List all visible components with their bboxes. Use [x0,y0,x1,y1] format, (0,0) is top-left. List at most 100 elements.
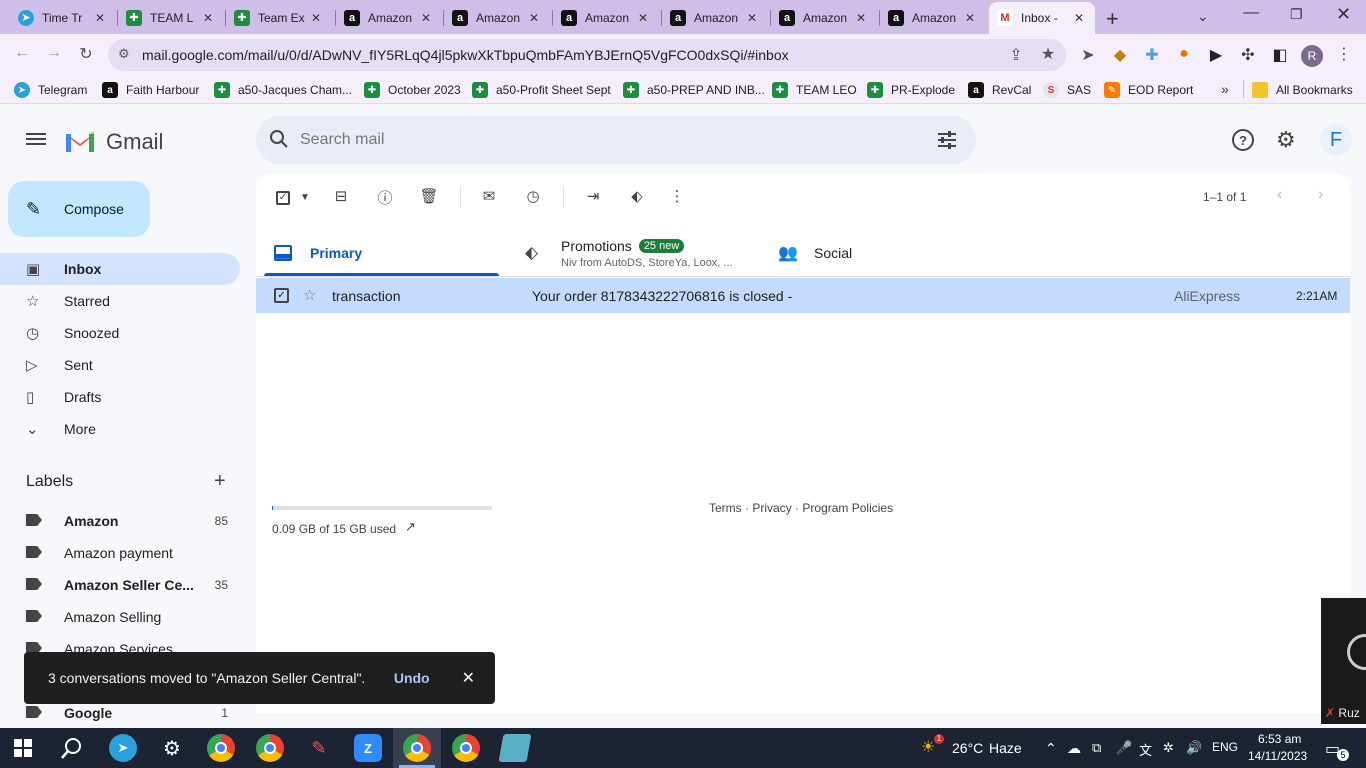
taskbar-zoom-icon[interactable]: Z [354,734,382,762]
bookmark-item[interactable]: S SAS [1043,82,1091,98]
bookmark-star-icon[interactable]: ★ [1036,44,1060,64]
taskbar-chrome-icon[interactable] [207,734,235,762]
select-all-checkbox[interactable]: ✓ [272,187,294,207]
open-storage-icon[interactable]: ↗ [405,519,416,535]
nav-item-starred[interactable]: ☆ Starred [0,285,240,317]
create-label-icon[interactable]: + [214,470,226,493]
volume-icon[interactable]: 🔊 [1186,740,1202,756]
search-input[interactable] [300,128,900,152]
browser-tab[interactable]: a Amazon ✕ [336,3,442,32]
tab-close-icon[interactable]: ✕ [744,11,760,25]
share-icon[interactable]: ⇪ [1004,45,1028,65]
tab-close-icon[interactable]: ✕ [962,11,978,25]
clock-time[interactable]: 6:53 am [1258,732,1301,746]
weather-temp[interactable]: 26°C [952,740,983,756]
clock-date[interactable]: 14/11/2023 [1248,749,1307,763]
tray-chevron-icon[interactable]: ⌃ [1045,740,1057,757]
nav-item-drafts[interactable]: ▯ Drafts [0,381,240,413]
reload-icon[interactable]: ↻ [74,44,98,64]
tab-close-icon[interactable]: ✕ [1071,11,1087,25]
restore-button[interactable]: ❐ [1290,6,1303,23]
microphone-icon[interactable]: 🎤 [1116,740,1132,756]
bookmark-item[interactable]: ✚ TEAM LEO [772,82,857,98]
next-page-icon[interactable]: › [1318,186,1323,204]
bookmark-item[interactable]: ✚ October 2023 [364,82,461,98]
label-item[interactable]: Amazon 85 [0,505,240,537]
taskbar-telegram-icon[interactable]: ➤ [109,734,137,762]
compose-button[interactable]: ✎ Compose [8,181,150,237]
account-avatar[interactable]: F [1320,124,1352,156]
report-spam-icon[interactable]: ⓘ [374,187,396,207]
onedrive-icon[interactable]: ☁ [1067,740,1081,757]
profile-avatar[interactable]: R [1301,45,1323,67]
label-icon[interactable]: ⬖ [626,187,648,207]
all-bookmarks-button[interactable]: All Bookmarks [1252,82,1353,98]
email-checkbox[interactable]: ✓ [274,288,289,303]
tab-search-button[interactable]: ⌄ [1197,8,1209,25]
taskbar-chrome-alt-icon[interactable] [452,734,480,762]
windows-start-icon[interactable] [14,739,32,757]
close-window-button[interactable]: ✕ [1336,4,1351,25]
mark-unread-icon[interactable]: ✉ [478,187,500,207]
extension-arrow-icon[interactable]: ➤ [1076,45,1100,65]
new-tab-button[interactable]: + [1106,6,1119,32]
settings-gear-icon[interactable]: ⚙ [1276,127,1296,153]
taskbar-app-icon[interactable] [498,734,532,762]
extension-pot-icon[interactable]: ◆ [1108,45,1132,65]
browser-tab[interactable]: a Amazon ✕ [444,3,550,32]
extension-circle-icon[interactable]: ● [1172,45,1196,63]
search-icon[interactable] [268,128,290,150]
snackbar-close-icon[interactable]: ✕ [462,668,475,688]
snooze-icon[interactable]: ◷ [522,187,544,207]
move-to-icon[interactable]: ⇥ [582,187,604,207]
extensions-puzzle-icon[interactable]: ✣ [1236,45,1260,65]
select-dropdown-icon[interactable]: ▼ [294,192,316,212]
side-panel-icon[interactable]: ◧ [1268,45,1292,65]
taskbar-settings-icon[interactable]: ⚙ [158,734,186,762]
bookmark-item[interactable]: ✚ a50-Profit Sheet Sept [472,82,611,98]
url-text[interactable]: mail.google.com/mail/u/0/d/ADwNV_fIY5RLq… [142,47,789,63]
gmail-logo-icon[interactable] [64,128,96,154]
taskbar-paint-icon[interactable]: ✎ [305,734,333,762]
tab-close-icon[interactable]: ✕ [200,11,216,25]
tab-close-icon[interactable]: ✕ [635,11,651,25]
program-policies-link[interactable]: Program Policies [802,501,893,515]
label-item[interactable]: Amazon Seller Ce... 35 [0,569,240,601]
browser-tab[interactable]: a Amazon ✕ [771,3,877,32]
network-icon[interactable]: ✲ [1163,740,1174,756]
tab-close-icon[interactable]: ✕ [92,11,108,25]
ime-icon[interactable]: 文 [1139,740,1152,759]
nav-item-snoozed[interactable]: ◷ Snoozed [0,317,240,349]
site-info-icon[interactable]: ⚙ [118,46,130,62]
browser-tab[interactable]: ✚ TEAM L ✕ [118,3,224,32]
browser-tab[interactable]: a Amazon ✕ [553,3,659,32]
tab-close-icon[interactable]: ✕ [418,11,434,25]
browser-tab[interactable]: ✚ Team Ex ✕ [226,3,332,32]
bookmark-item[interactable]: ➤ Telegram [14,82,87,98]
prev-page-icon[interactable]: ‹ [1277,186,1282,204]
terms-link[interactable]: Terms [709,501,742,515]
back-icon[interactable]: ← [10,44,34,62]
tab-promotions[interactable]: ⬖ Promotions 25 new Niv from AutoDS, Sto… [523,230,763,276]
nav-item-more[interactable]: ⌄ More [0,413,240,445]
browser-tab[interactable]: ➤ Time Tr ✕ [10,3,116,32]
label-item[interactable]: Amazon payment [0,537,240,569]
privacy-link[interactable]: Privacy [752,501,791,515]
search-options-icon[interactable] [936,130,958,150]
main-menu-icon[interactable] [26,130,46,148]
extension-add-icon[interactable]: ✚ [1140,45,1164,65]
archive-icon[interactable]: ⊟ [330,187,352,207]
extension-play-icon[interactable]: ▶ [1204,45,1228,65]
tab-close-icon[interactable]: ✕ [526,11,542,25]
nav-item-sent[interactable]: ▷ Sent [0,349,240,381]
taskbar-chrome-profile-icon[interactable] [256,734,284,762]
video-overlay[interactable]: ✗ Ruz [1321,598,1366,724]
tab-social[interactable]: 👥 Social [778,230,978,276]
bookmark-item[interactable]: a RevCal [968,82,1031,98]
nav-item-inbox[interactable]: ▣ Inbox [0,253,240,285]
browser-menu-icon[interactable]: ⋮ [1332,44,1356,64]
more-bookmarks-button[interactable]: » [1221,81,1229,97]
tab-close-icon[interactable]: ✕ [308,11,324,25]
browser-tab[interactable]: a Amazon ✕ [662,3,768,32]
undo-button[interactable]: Undo [394,670,430,686]
